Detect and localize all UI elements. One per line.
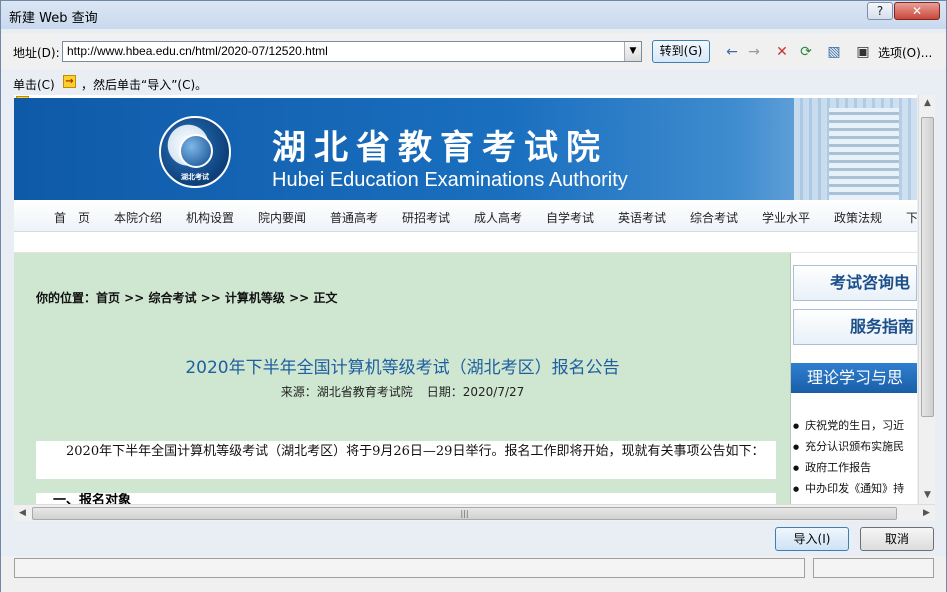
nav-item-adult[interactable]: 成人高考 bbox=[474, 209, 522, 226]
vertical-scrollbar[interactable]: ▲ ▼ bbox=[918, 95, 935, 504]
import-button[interactable]: 导入(I) bbox=[775, 527, 849, 551]
save-query-icon[interactable]: ▣ bbox=[854, 43, 872, 61]
horizontal-scroll-thumb[interactable]: ||| bbox=[32, 507, 897, 520]
nav-item-policy[interactable]: 政策法规 bbox=[834, 209, 882, 226]
vertical-scroll-thumb[interactable] bbox=[921, 117, 934, 417]
article-title: 2020年下半年全国计算机等级考试（湖北考区）报名公告 bbox=[185, 358, 620, 378]
theory-study-header: 理论学习与思 bbox=[791, 363, 917, 393]
select-arrow-icon: → bbox=[63, 75, 76, 88]
go-button[interactable]: 转到(G) bbox=[652, 40, 710, 63]
title-bar: 新建 Web 查询 ? ✕ bbox=[1, 1, 946, 29]
sidebar: 考试咨询电 服务指南 理论学习与思 庆祝党的生日，习近 充分认识颁布实施民 政府… bbox=[791, 253, 917, 504]
help-button[interactable]: ? bbox=[867, 2, 893, 20]
scroll-down-icon[interactable]: ▼ bbox=[919, 487, 936, 504]
article-source: 来源：湖北省教育考试院 bbox=[280, 385, 413, 399]
status-bar bbox=[1, 556, 946, 592]
list-item[interactable]: 充分认识颁布实施民 bbox=[793, 436, 917, 457]
address-label: 地址(D): bbox=[13, 46, 60, 60]
close-button[interactable]: ✕ bbox=[894, 2, 940, 20]
scroll-right-icon[interactable]: ▶ bbox=[918, 505, 935, 522]
nav-item-self-study[interactable]: 自学考试 bbox=[546, 209, 594, 226]
nav-item-news[interactable]: 院内要闻 bbox=[258, 209, 306, 226]
nav-subbar bbox=[14, 233, 917, 253]
nav-item-academic[interactable]: 学业水平 bbox=[762, 209, 810, 226]
globe-icon bbox=[179, 134, 213, 168]
address-input[interactable]: http://www.hbea.edu.cn/html/2020-07/1252… bbox=[62, 41, 642, 62]
section-heading: 一、报名对象 bbox=[36, 493, 776, 504]
nav-item-home[interactable]: 首 页 bbox=[54, 209, 90, 226]
status-pane-progress bbox=[813, 558, 934, 578]
window-title: 新建 Web 查询 bbox=[9, 11, 98, 26]
status-pane-main bbox=[14, 558, 805, 578]
web-page-viewport: → 湖北考试 湖北省教育考试院 Hubei Education Examinat… bbox=[14, 95, 917, 504]
sidebar-list: 庆祝党的生日，习近 充分认识颁布实施民 政府工作报告 中办印发《通知》持 bbox=[793, 415, 917, 499]
address-dropdown-arrow-icon[interactable]: ▼ bbox=[624, 42, 641, 61]
nav-item-comprehensive[interactable]: 综合考试 bbox=[690, 209, 738, 226]
nav-item-organization[interactable]: 机构设置 bbox=[186, 209, 234, 226]
consult-phone-box[interactable]: 考试咨询电 bbox=[793, 265, 917, 301]
logo-text: 湖北考试 bbox=[181, 173, 209, 181]
back-arrow-icon[interactable]: ← bbox=[723, 43, 741, 61]
site-banner: 湖北考试 湖北省教育考试院 Hubei Education Examinatio… bbox=[14, 98, 917, 200]
article-date: 日期：2020/7/27 bbox=[426, 385, 525, 399]
hide-icons-icon[interactable]: ▧ bbox=[825, 43, 843, 61]
address-url: http://www.hbea.edu.cn/html/2020-07/1252… bbox=[67, 44, 328, 58]
hint-prefix: 单击(C) bbox=[13, 78, 55, 92]
address-toolbar: 地址(D): http://www.hbea.edu.cn/html/2020-… bbox=[1, 33, 946, 69]
list-item[interactable]: 庆祝党的生日，习近 bbox=[793, 415, 917, 436]
site-name-en: Hubei Education Examinations Authority bbox=[272, 169, 628, 191]
article-paragraph: 2020年下半年全国计算机等级考试（湖北考区）将于9月26日—29日举行。报名工… bbox=[36, 441, 776, 479]
options-button[interactable]: 选项(O)... bbox=[878, 44, 932, 61]
scroll-left-icon[interactable]: ◀ bbox=[14, 505, 31, 522]
nav-item-english[interactable]: 英语考试 bbox=[618, 209, 666, 226]
site-name-cn: 湖北省教育考试院 bbox=[272, 128, 608, 168]
article-content: 你的位置：首页 >> 综合考试 >> 计算机等级 >> 正文 2020年下半年全… bbox=[14, 253, 791, 504]
site-logo: 湖北考试 bbox=[159, 116, 231, 188]
hint-row: 单击(C) → ，然后单击“导入”(C)。 bbox=[1, 71, 946, 93]
article-meta: 来源：湖北省教育考试院 日期：2020/7/27 bbox=[14, 383, 791, 400]
nav-item-more[interactable]: 下 bbox=[906, 209, 917, 226]
site-nav: 首 页 本院介绍 机构设置 院内要闻 普通高考 研招考试 成人高考 自学考试 英… bbox=[14, 200, 917, 232]
nav-item-gaokao[interactable]: 普通高考 bbox=[330, 209, 378, 226]
list-item[interactable]: 中办印发《通知》持 bbox=[793, 478, 917, 499]
hint-suffix: ，然后单击“导入”(C)。 bbox=[81, 78, 208, 92]
web-query-dialog: 新建 Web 查询 ? ✕ 地址(D): http://www.hbea.edu… bbox=[0, 0, 947, 592]
service-guide-box[interactable]: 服务指南 bbox=[793, 309, 917, 345]
nav-item-graduate[interactable]: 研招考试 bbox=[402, 209, 450, 226]
stop-icon[interactable]: ✕ bbox=[773, 43, 791, 61]
nav-item-about[interactable]: 本院介绍 bbox=[114, 209, 162, 226]
list-item[interactable]: 政府工作报告 bbox=[793, 457, 917, 478]
horizontal-scrollbar[interactable]: ◀ ||| ▶ bbox=[14, 504, 935, 521]
building-tower-image bbox=[829, 108, 899, 200]
refresh-icon[interactable]: ⟳ bbox=[797, 43, 815, 61]
cancel-button[interactable]: 取消 bbox=[860, 527, 934, 551]
forward-arrow-icon[interactable]: → bbox=[745, 43, 763, 61]
breadcrumb: 你的位置：首页 >> 综合考试 >> 计算机等级 >> 正文 bbox=[36, 291, 338, 305]
scroll-up-icon[interactable]: ▲ bbox=[919, 95, 936, 112]
